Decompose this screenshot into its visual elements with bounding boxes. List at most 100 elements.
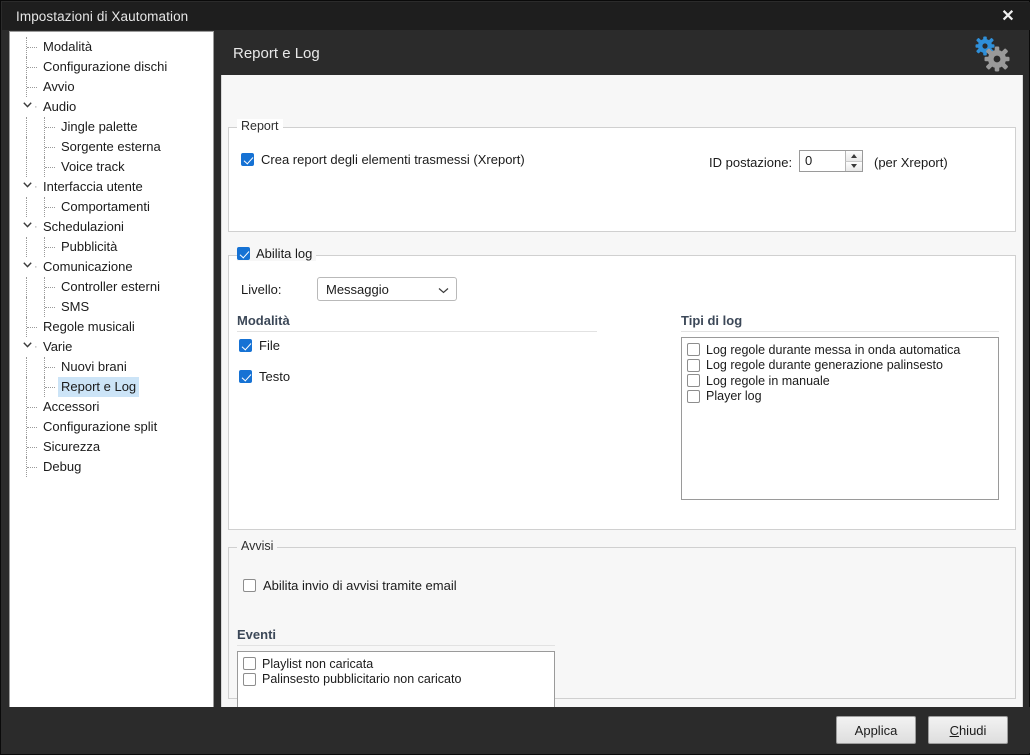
tree-dot: · bbox=[34, 341, 38, 353]
sidebar-item-controller-esterni[interactable]: Controller esterni bbox=[10, 277, 213, 297]
sidebar-item-label: Configurazione dischi bbox=[43, 59, 168, 74]
sidebar-item-nuovi-brani[interactable]: Nuovi brani bbox=[10, 357, 213, 377]
tipi-di-log-listbox[interactable]: Log regole durante messa in onda automat… bbox=[681, 337, 999, 500]
tipi-di-log-item[interactable]: Log regole durante generazione palinsest… bbox=[687, 358, 993, 374]
sidebar-item-sicurezza[interactable]: Sicurezza bbox=[10, 437, 213, 457]
sidebar-item-modalit[interactable]: Modalità bbox=[10, 37, 213, 57]
checkbox-box bbox=[243, 579, 256, 592]
stepper-up-icon[interactable] bbox=[845, 151, 862, 161]
settings-tree[interactable]: Modalità Configurazione dischi Avvio · Audio… bbox=[9, 31, 214, 708]
checkbox-box bbox=[241, 153, 254, 166]
chevron-down-icon bbox=[438, 282, 449, 297]
id-postazione-value[interactable]: 0 bbox=[800, 151, 845, 171]
tree-connector bbox=[27, 87, 37, 88]
sidebar-item-label: Regole musicali bbox=[43, 319, 135, 334]
sidebar-item-comportamenti[interactable]: Comportamenti bbox=[10, 197, 213, 217]
tipi-di-log-item[interactable]: Log regole durante messa in onda automat… bbox=[687, 342, 993, 358]
tree-dot: · bbox=[34, 181, 38, 193]
tree-connector bbox=[45, 387, 55, 388]
checkbox-box bbox=[687, 389, 700, 403]
apply-button[interactable]: Applica bbox=[836, 716, 916, 744]
tree-connector bbox=[45, 147, 55, 148]
eventi-item[interactable]: Palinsesto pubblicitario non caricato bbox=[243, 672, 549, 688]
sidebar-item-regole-musicali[interactable]: Regole musicali bbox=[10, 317, 213, 337]
checkbox-box bbox=[243, 657, 256, 671]
checkbox-label: Player log bbox=[706, 389, 762, 404]
create-report-checkbox[interactable]: Crea report degli elementi trasmessi (Xr… bbox=[241, 152, 525, 167]
tree-connector bbox=[45, 247, 55, 248]
sidebar-item-label: SMS bbox=[61, 299, 90, 314]
modalita-header: Modalità bbox=[237, 313, 597, 332]
chevron-down-icon[interactable] bbox=[21, 257, 33, 277]
sidebar-item-label: Modalità bbox=[43, 39, 93, 54]
sidebar-item-varie[interactable]: · Varie bbox=[10, 337, 213, 357]
modalita-item[interactable]: Testo bbox=[239, 369, 599, 384]
close-icon[interactable]: ✕ bbox=[986, 2, 1030, 30]
sidebar-item-pubblicit[interactable]: Pubblicità bbox=[10, 237, 213, 257]
create-report-label: Crea report degli elementi trasmessi (Xr… bbox=[261, 152, 525, 167]
id-postazione-label: ID postazione: bbox=[709, 155, 793, 170]
sidebar-item-debug[interactable]: Debug bbox=[10, 457, 213, 477]
checkbox-box bbox=[237, 247, 250, 260]
email-avvisi-checkbox[interactable]: Abilita invio di avvisi tramite email bbox=[243, 578, 457, 593]
sidebar-item-jingle-palette[interactable]: Jingle palette bbox=[10, 117, 213, 137]
livello-select[interactable]: Messaggio bbox=[317, 277, 457, 301]
tree-connector bbox=[27, 467, 37, 468]
sidebar-item-comunicazione[interactable]: · Comunicazione bbox=[10, 257, 213, 277]
sidebar-item-label: Accessori bbox=[43, 399, 100, 414]
chevron-down-icon[interactable] bbox=[21, 337, 33, 357]
livello-label: Livello: bbox=[241, 282, 282, 297]
sidebar-item-sms[interactable]: SMS bbox=[10, 297, 213, 317]
tree-connector bbox=[45, 127, 55, 128]
report-group-title: Report bbox=[237, 119, 283, 133]
apply-button-label: Applica bbox=[854, 722, 898, 738]
tree-connector bbox=[45, 367, 55, 368]
id-postazione-stepper[interactable]: 0 bbox=[799, 150, 863, 172]
sidebar-item-label: Pubblicità bbox=[61, 239, 118, 254]
sidebar-item-schedulazioni[interactable]: · Schedulazioni bbox=[10, 217, 213, 237]
sidebar-item-configurazione-split[interactable]: Configurazione split bbox=[10, 417, 213, 437]
sidebar-item-interfaccia-utente[interactable]: · Interfaccia utente bbox=[10, 177, 213, 197]
sidebar-item-label: Comportamenti bbox=[61, 199, 150, 214]
dialog-footer: Applica Chiudi bbox=[2, 707, 1030, 753]
sidebar-item-label: Audio bbox=[43, 99, 77, 114]
modalita-item[interactable]: File bbox=[239, 338, 599, 353]
sidebar-item-avvio[interactable]: Avvio bbox=[10, 77, 213, 97]
checkbox-label: Palinsesto pubblicitario non caricato bbox=[262, 672, 462, 687]
checkbox-box bbox=[239, 370, 252, 383]
tree-connector bbox=[27, 407, 37, 408]
checkbox-box bbox=[239, 339, 252, 352]
chevron-down-icon[interactable] bbox=[21, 97, 33, 117]
tipi-di-log-item[interactable]: Player log bbox=[687, 389, 993, 405]
sidebar-item-voice-track[interactable]: Voice track bbox=[10, 157, 213, 177]
settings-window: Impostazioni di Xautomation ✕ Modalità Co… bbox=[0, 0, 1030, 755]
chevron-down-icon[interactable] bbox=[21, 217, 33, 237]
stepper-down-icon[interactable] bbox=[845, 160, 862, 171]
close-button-accel: C bbox=[949, 722, 959, 738]
tree-dot: · bbox=[34, 221, 38, 233]
email-avvisi-label: Abilita invio di avvisi tramite email bbox=[263, 578, 457, 593]
avvisi-group-title: Avvisi bbox=[237, 539, 278, 553]
close-button[interactable]: Chiudi bbox=[928, 716, 1008, 744]
sidebar-item-label: Report e Log bbox=[58, 377, 140, 397]
sidebar-item-report-e-log[interactable]: Report e Log bbox=[10, 377, 213, 397]
checkbox-box bbox=[687, 374, 700, 388]
sidebar-item-label: Configurazione split bbox=[43, 419, 158, 434]
tipi-di-log-header: Tipi di log bbox=[681, 313, 999, 332]
sidebar-item-audio[interactable]: · Audio bbox=[10, 97, 213, 117]
abilita-log-label: Abilita log bbox=[256, 246, 313, 261]
sidebar-item-label: Sicurezza bbox=[43, 439, 101, 454]
checkbox-label: File bbox=[259, 338, 280, 353]
eventi-item[interactable]: Playlist non caricata bbox=[243, 656, 549, 672]
abilita-log-checkbox[interactable]: Abilita log bbox=[237, 246, 317, 261]
sidebar-item-configurazione-dischi[interactable]: Configurazione dischi bbox=[10, 57, 213, 77]
sidebar-item-sorgente-esterna[interactable]: Sorgente esterna bbox=[10, 137, 213, 157]
tree-dot: · bbox=[34, 261, 38, 273]
checkbox-label: Testo bbox=[259, 369, 291, 384]
checkbox-label: Log regole durante messa in onda automat… bbox=[706, 342, 961, 357]
stepper-buttons bbox=[845, 151, 862, 171]
tipi-di-log-item[interactable]: Log regole in manuale bbox=[687, 373, 993, 389]
sidebar-item-accessori[interactable]: Accessori bbox=[10, 397, 213, 417]
sidebar-item-label: Debug bbox=[43, 459, 82, 474]
chevron-down-icon[interactable] bbox=[21, 177, 33, 197]
